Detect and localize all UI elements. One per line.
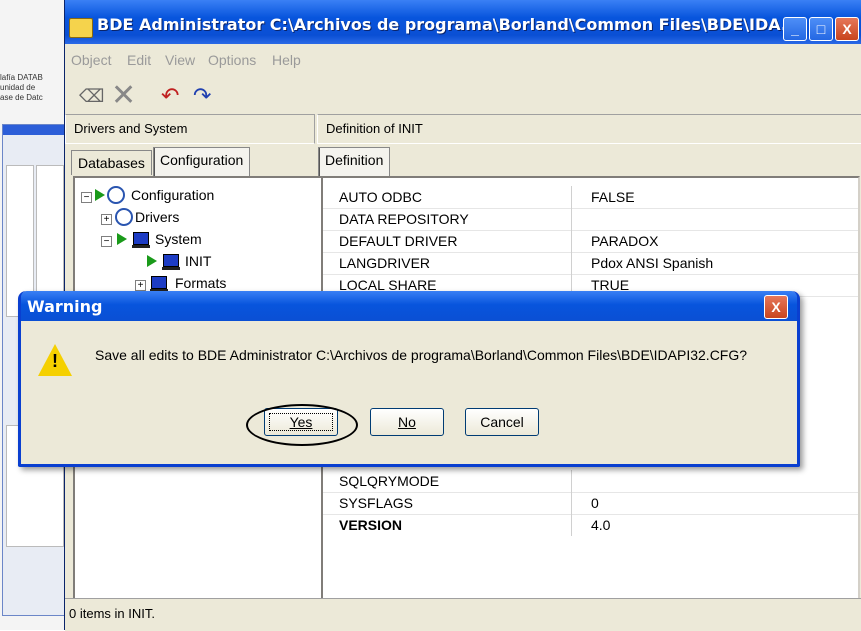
system-icon: [132, 232, 150, 248]
toolbar: [65, 78, 861, 114]
grid-row[interactable]: SQLQRYMODE: [323, 470, 858, 493]
expand-icon[interactable]: +: [135, 280, 146, 291]
grid-row-name: VERSION: [339, 517, 403, 533]
tree-item-drivers[interactable]: Drivers: [135, 209, 179, 225]
tree-item-formats[interactable]: Formats: [175, 275, 226, 291]
open-icon[interactable]: ⌫: [79, 84, 104, 108]
grid-row-name: DEFAULT DRIVER: [339, 233, 458, 249]
background-text: unidad de: [0, 83, 36, 92]
exclamation-icon: !: [52, 351, 58, 371]
expand-icon[interactable]: +: [101, 214, 112, 225]
status-bar: [65, 598, 861, 631]
menu-options[interactable]: Options: [208, 52, 256, 68]
tab-definition[interactable]: Definition: [318, 147, 391, 176]
background-text: lafía DATAB: [0, 73, 43, 82]
formats-icon: [150, 276, 168, 292]
dialog-title: Warning: [27, 297, 103, 316]
undo-icon[interactable]: ↶: [161, 84, 179, 108]
grid-row[interactable]: VERSION 4.0: [323, 514, 858, 536]
yes-button[interactable]: Yes: [264, 408, 338, 436]
close-button[interactable]: X: [835, 17, 859, 41]
collapse-icon[interactable]: −: [101, 236, 112, 247]
tree-item-init[interactable]: INIT: [185, 253, 211, 269]
yes-button-label: Yes: [289, 414, 313, 430]
tab-databases[interactable]: Databases: [71, 150, 152, 175]
menu-help[interactable]: Help: [272, 52, 301, 68]
grid-row[interactable]: LANGDRIVER Pdox ANSI Spanish: [323, 252, 858, 275]
warning-dialog: Warning X ! Save all edits to BDE Admini…: [18, 291, 800, 467]
grid-row[interactable]: DEFAULT DRIVER PARADOX: [323, 230, 858, 253]
grid-row-name: SQLQRYMODE: [339, 473, 440, 489]
minimize-button[interactable]: _: [783, 17, 807, 41]
cancel-button[interactable]: Cancel: [465, 408, 539, 436]
no-button-label: No: [398, 414, 416, 430]
redo-icon[interactable]: ↷: [193, 84, 211, 108]
delete-icon[interactable]: ✕: [111, 81, 136, 111]
grid-row-name: LANGDRIVER: [339, 255, 431, 271]
menu-view[interactable]: View: [165, 52, 195, 68]
grid-row[interactable]: AUTO ODBC FALSE: [323, 186, 858, 209]
menu-object[interactable]: Object: [71, 52, 111, 68]
window-title: BDE Administrator C:\Archivos de program…: [97, 15, 800, 34]
grid-row[interactable]: DATA REPOSITORY: [323, 208, 858, 231]
dialog-close-button[interactable]: X: [764, 295, 788, 319]
right-pane-header: Definition of INIT: [317, 114, 861, 144]
grid-row-value[interactable]: Pdox ANSI Spanish: [591, 252, 713, 274]
grid-row-value[interactable]: 4.0: [591, 514, 610, 536]
active-triangle-icon: [117, 233, 127, 245]
tree-item-configuration[interactable]: Configuration: [131, 187, 214, 203]
grid-row-value[interactable]: 0: [591, 492, 599, 514]
dialog-title-bar[interactable]: [21, 291, 797, 321]
drivers-icon: [115, 208, 133, 226]
app-icon[interactable]: [69, 18, 93, 38]
status-text: 0 items in INIT.: [69, 606, 155, 621]
grid-row[interactable]: SYSFLAGS 0: [323, 492, 858, 515]
maximize-button[interactable]: □: [809, 17, 833, 41]
grid-row-value[interactable]: FALSE: [591, 186, 635, 208]
dialog-message: Save all edits to BDE Administrator C:\A…: [95, 347, 748, 363]
grid-row-name: SYSFLAGS: [339, 495, 413, 511]
background-text: ase de Datc: [0, 93, 43, 102]
menu-edit[interactable]: Edit: [127, 52, 151, 68]
no-button[interactable]: No: [370, 408, 444, 436]
tab-configuration[interactable]: Configuration: [153, 147, 251, 176]
grid-row-name: DATA REPOSITORY: [339, 211, 469, 227]
active-triangle-icon: [147, 255, 157, 267]
left-pane-header: Drivers and System: [65, 114, 315, 144]
grid-row-value[interactable]: PARADOX: [591, 230, 658, 252]
init-icon: [162, 254, 180, 270]
grid-row-name: AUTO ODBC: [339, 189, 422, 205]
collapse-icon[interactable]: −: [81, 192, 92, 203]
configuration-icon: [107, 186, 125, 204]
active-triangle-icon: [95, 189, 105, 201]
tree-item-system[interactable]: System: [155, 231, 202, 247]
